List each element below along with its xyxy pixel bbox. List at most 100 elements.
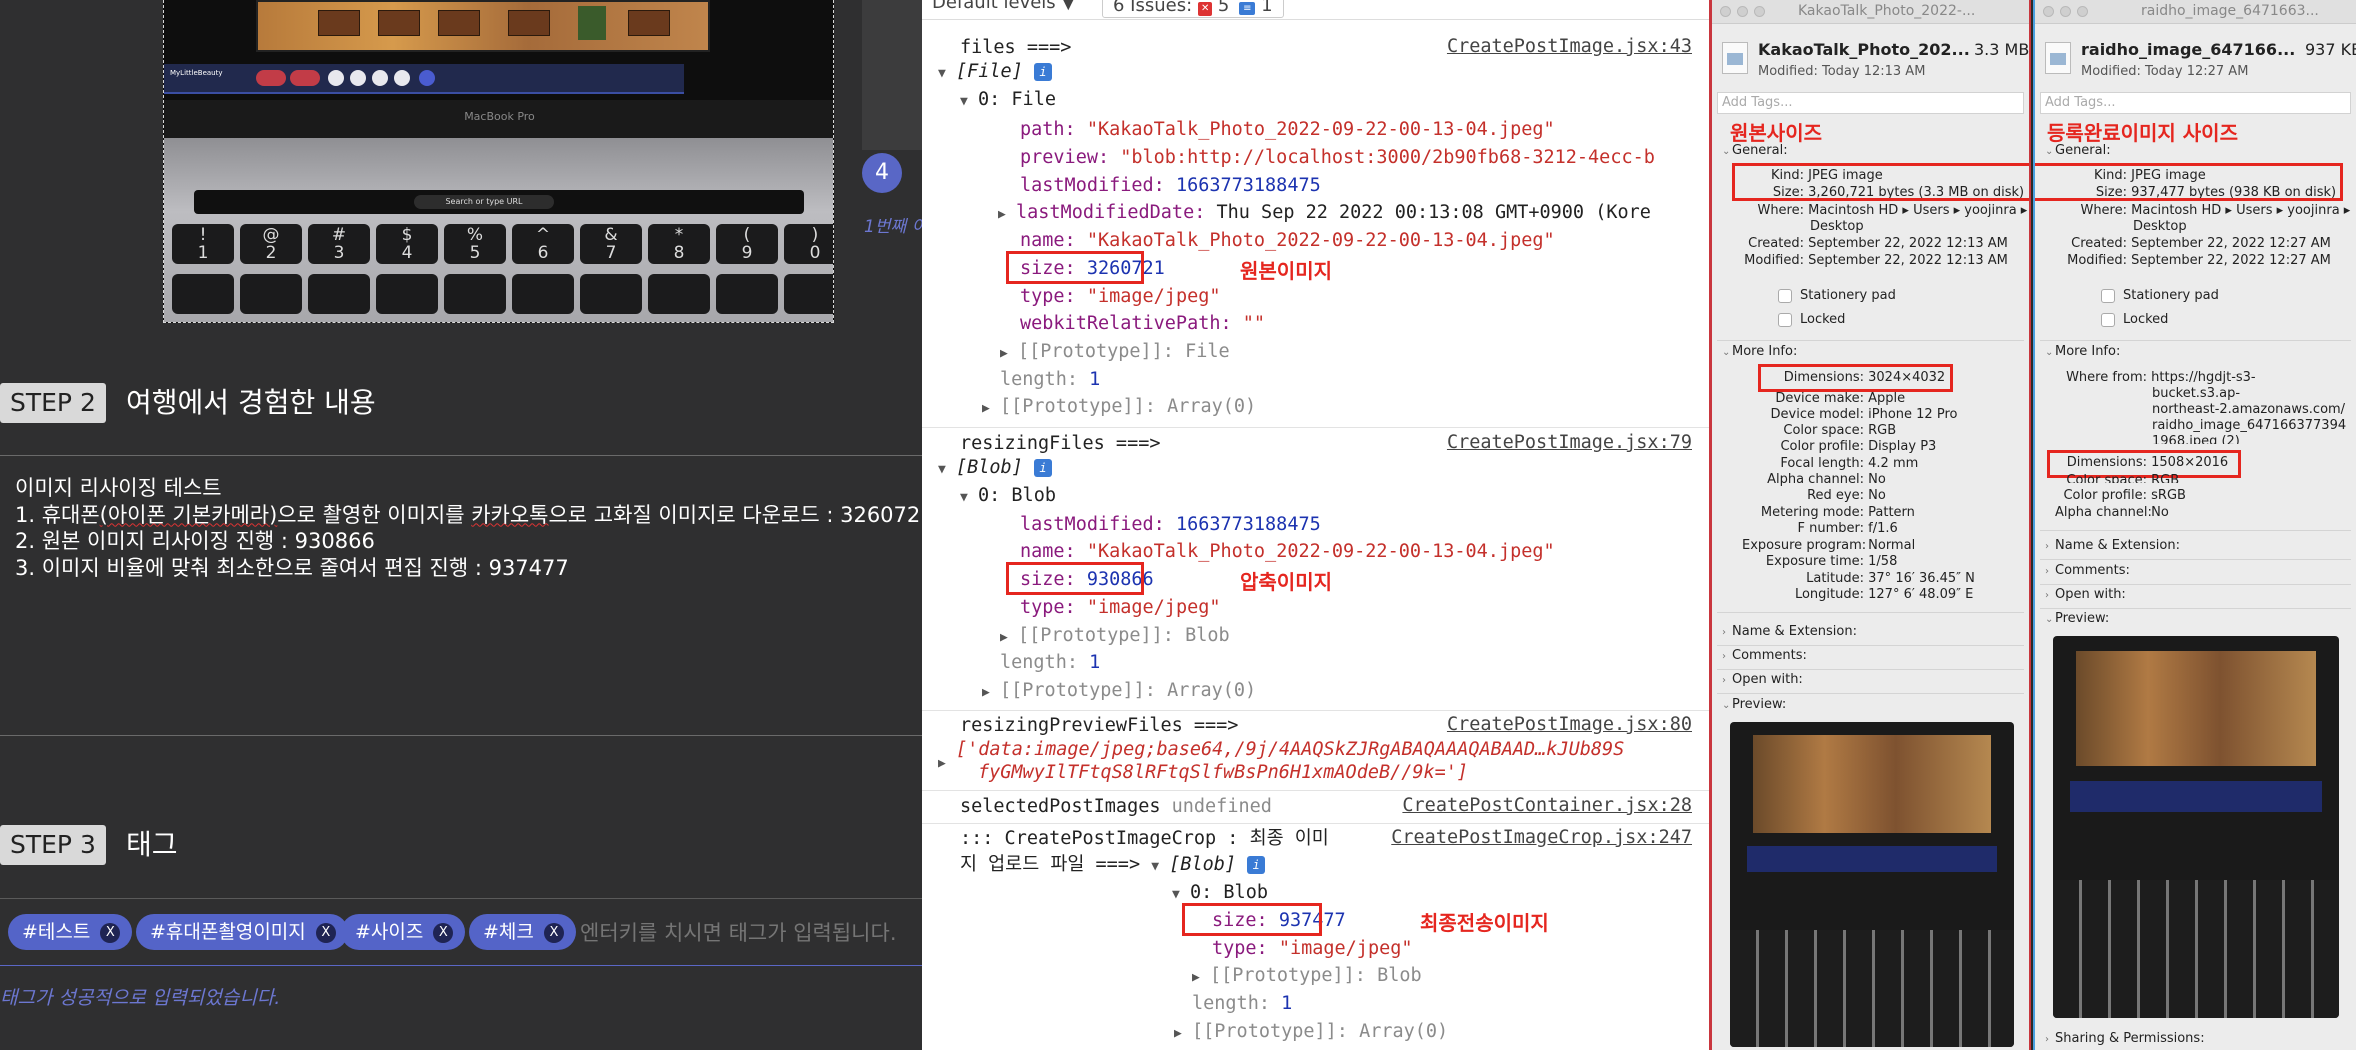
info-alpha: Alpha channel: No (1742, 472, 1886, 488)
prop-last-modified-date[interactable]: ▶ lastModifiedDate: Thu Sep 22 2022 00:13… (998, 201, 1651, 225)
experience-description[interactable]: 이미지 리사이징 테스트 1. 휴대폰(아이폰 기본카메라)으로 촬영한 이미지… (15, 475, 922, 581)
sharing-permissions-section[interactable]: › Sharing & Permissions: (2045, 1031, 2205, 1046)
info-value: Macintosh HD ▸ Users ▸ yoojinra ▸ (2131, 203, 2351, 218)
info-created: Created: September 22, 2022 12:13 AM (1742, 236, 2008, 252)
prototype-row[interactable]: ▶ [[Prototype]]: File (1000, 340, 1230, 364)
locked-label: Locked (1800, 312, 1846, 327)
next-photo-thumbnail[interactable] (862, 0, 922, 150)
file-size: 3.3 MB (1974, 40, 2030, 59)
prototype-row[interactable]: ▶ [[Prototype]]: Array(0) (982, 679, 1256, 703)
preview-section[interactable]: ⌄ Preview: (1722, 697, 1786, 712)
prop-key: path: (1020, 119, 1076, 140)
locked-checkbox[interactable] (1778, 313, 1792, 327)
expand-triangle-icon[interactable]: ▶ (998, 203, 1016, 227)
source-link[interactable]: CreatePostImage.jsx:79 (1447, 432, 1692, 453)
expand-triangle-icon[interactable]: ▶ (1192, 966, 1210, 990)
info-value: RGB (1868, 423, 1897, 438)
prop-type: type: "image/jpeg" (1020, 285, 1221, 309)
comments-section[interactable]: › Comments: (2045, 563, 2130, 578)
tag-remove-button[interactable]: X (315, 923, 336, 943)
stationery-checkbox[interactable] (1778, 289, 1792, 303)
expandable-array[interactable]: ▼ [File] i (938, 60, 1052, 84)
expandable-item[interactable]: ▼ 0: File (960, 88, 1056, 112)
source-link[interactable]: CreatePostImageCrop.jsx:247 (1391, 827, 1692, 848)
close-button[interactable] (2043, 6, 2054, 17)
collapse-triangle-icon[interactable]: ▼ (960, 90, 978, 114)
prototype-row[interactable]: ▶ [[Prototype]]: Array(0) (1174, 1020, 1448, 1044)
array-label: [Blob] (956, 457, 1023, 478)
highlight-box (2035, 163, 2343, 201)
minimize-button[interactable] (1737, 6, 1748, 17)
log-levels-dropdown[interactable]: Default levels ▼ (932, 0, 1075, 13)
collapse-triangle-icon[interactable]: ▼ (938, 62, 956, 86)
collapse-triangle-icon[interactable]: ▼ (938, 458, 956, 482)
locked-checkbox[interactable] (2101, 313, 2115, 327)
zoom-button[interactable] (1754, 6, 1765, 17)
collapse-triangle-icon[interactable]: ▼ (1151, 855, 1169, 879)
info-exposure-time: Exposure time: 1/58 (1742, 554, 1897, 570)
name-extension-section[interactable]: › Name & Extension: (1722, 624, 1857, 639)
source-link[interactable]: CreatePostImage.jsx:43 (1447, 36, 1692, 57)
prototype-row[interactable]: ▶ [[Prototype]]: Blob (1192, 964, 1422, 988)
prop-type: type: "image/jpeg" (1020, 596, 1221, 620)
log-label: selectedPostImages (960, 796, 1161, 817)
info-value: iPhone 12 Pro (1868, 407, 1958, 422)
info-color-space: Color space: RGB (1742, 423, 1896, 439)
info-message-icon: ≡ (1239, 2, 1256, 15)
expandable-item[interactable]: ▼ 0: Blob (1172, 881, 1268, 905)
expand-triangle-icon[interactable]: ▶ (1000, 626, 1018, 650)
expandable-item[interactable]: ▼ 0: Blob (960, 484, 1056, 508)
source-link[interactable]: CreatePostContainer.jsx:28 (1402, 795, 1692, 816)
prototype-row[interactable]: ▶ [[Prototype]]: Blob (1000, 624, 1230, 648)
preview-section[interactable]: ⌄ Preview: (2045, 611, 2109, 626)
more-info-section[interactable]: ⌄ More Info: (1722, 344, 1797, 359)
source-link[interactable]: CreatePostImage.jsx:80 (1447, 714, 1692, 735)
name-extension-section[interactable]: › Name & Extension: (2045, 538, 2180, 553)
expand-triangle-icon[interactable]: ▶ (982, 397, 1000, 421)
uploaded-photo-crop-area[interactable]: MyLittleBeauty MacBook Pro Search or typ… (163, 0, 834, 323)
highlight-box (1182, 903, 1322, 936)
data-url-array[interactable]: ▶['data:image/jpeg;base64,/9j/4AAQSkZJRg… (938, 738, 1624, 771)
info-value: Macintosh HD ▸ Users ▸ yoojinra ▸ (1808, 203, 2028, 218)
prototype-row[interactable]: ▶ [[Prototype]]: Array(0) (982, 395, 1256, 419)
open-with-section[interactable]: › Open with: (1722, 672, 1803, 687)
expand-triangle-icon[interactable]: ▶ (982, 681, 1000, 705)
general-section[interactable]: ⌄ General: (2045, 143, 2111, 158)
tag-text: #체크 (483, 921, 534, 943)
issues-button[interactable]: 6 Issues: ✕ 5 ≡ 1 (1102, 0, 1284, 18)
stationery-checkbox[interactable] (2101, 289, 2115, 303)
tag-remove-button[interactable]: X (543, 923, 564, 943)
comments-section[interactable]: › Comments: (1722, 648, 1807, 663)
more-info-section[interactable]: ⌄ More Info: (2045, 344, 2120, 359)
expandable-array[interactable]: ▼ [Blob] i (938, 456, 1052, 480)
tag-input[interactable] (580, 921, 920, 945)
open-with-section[interactable]: › Open with: (2045, 587, 2126, 602)
info-icon[interactable]: i (1033, 63, 1052, 81)
zoom-button[interactable] (2077, 6, 2088, 17)
log-label-cont[interactable]: 지 업로드 파일 ===> ▼ [Blob] i (960, 853, 1266, 879)
log-separator (922, 790, 1709, 791)
keyboard-key: % 5 (444, 224, 506, 264)
file-name: raidho_image_647166... (2081, 40, 2296, 59)
tag-remove-button[interactable]: X (100, 923, 121, 943)
photo-order-badge[interactable]: 4 (862, 153, 902, 193)
general-section[interactable]: ⌄ General: (1722, 143, 1788, 158)
tags-field[interactable]: Add Tags... (2040, 92, 2351, 114)
expand-triangle-icon[interactable]: ▶ (1174, 1022, 1192, 1046)
tags-field[interactable]: Add Tags... (1717, 92, 2024, 114)
expand-triangle-icon[interactable]: ▶ (938, 752, 956, 776)
info-icon[interactable]: i (1033, 459, 1052, 477)
log-label: resizingPreviewFiles ===> (960, 715, 1239, 736)
section-title: Preview: (2055, 611, 2110, 626)
prop-value: "image/jpeg" (1086, 597, 1221, 618)
expand-triangle-icon[interactable]: ▶ (1000, 342, 1018, 366)
chevron-right-icon: › (1722, 675, 1726, 686)
info-icon[interactable]: i (1247, 856, 1266, 874)
tag-remove-button[interactable]: X (433, 923, 454, 943)
minimize-button[interactable] (2060, 6, 2071, 17)
collapse-triangle-icon[interactable]: ▼ (960, 486, 978, 510)
prop-value: "KakaoTalk_Photo_2022-09-22-00-13-04.jpe… (1086, 119, 1555, 140)
close-button[interactable] (1720, 6, 1731, 17)
prop-key: lastModified: (1020, 175, 1165, 196)
info-where-from: Where from: https://hgdjt-s3- (2055, 370, 2256, 386)
